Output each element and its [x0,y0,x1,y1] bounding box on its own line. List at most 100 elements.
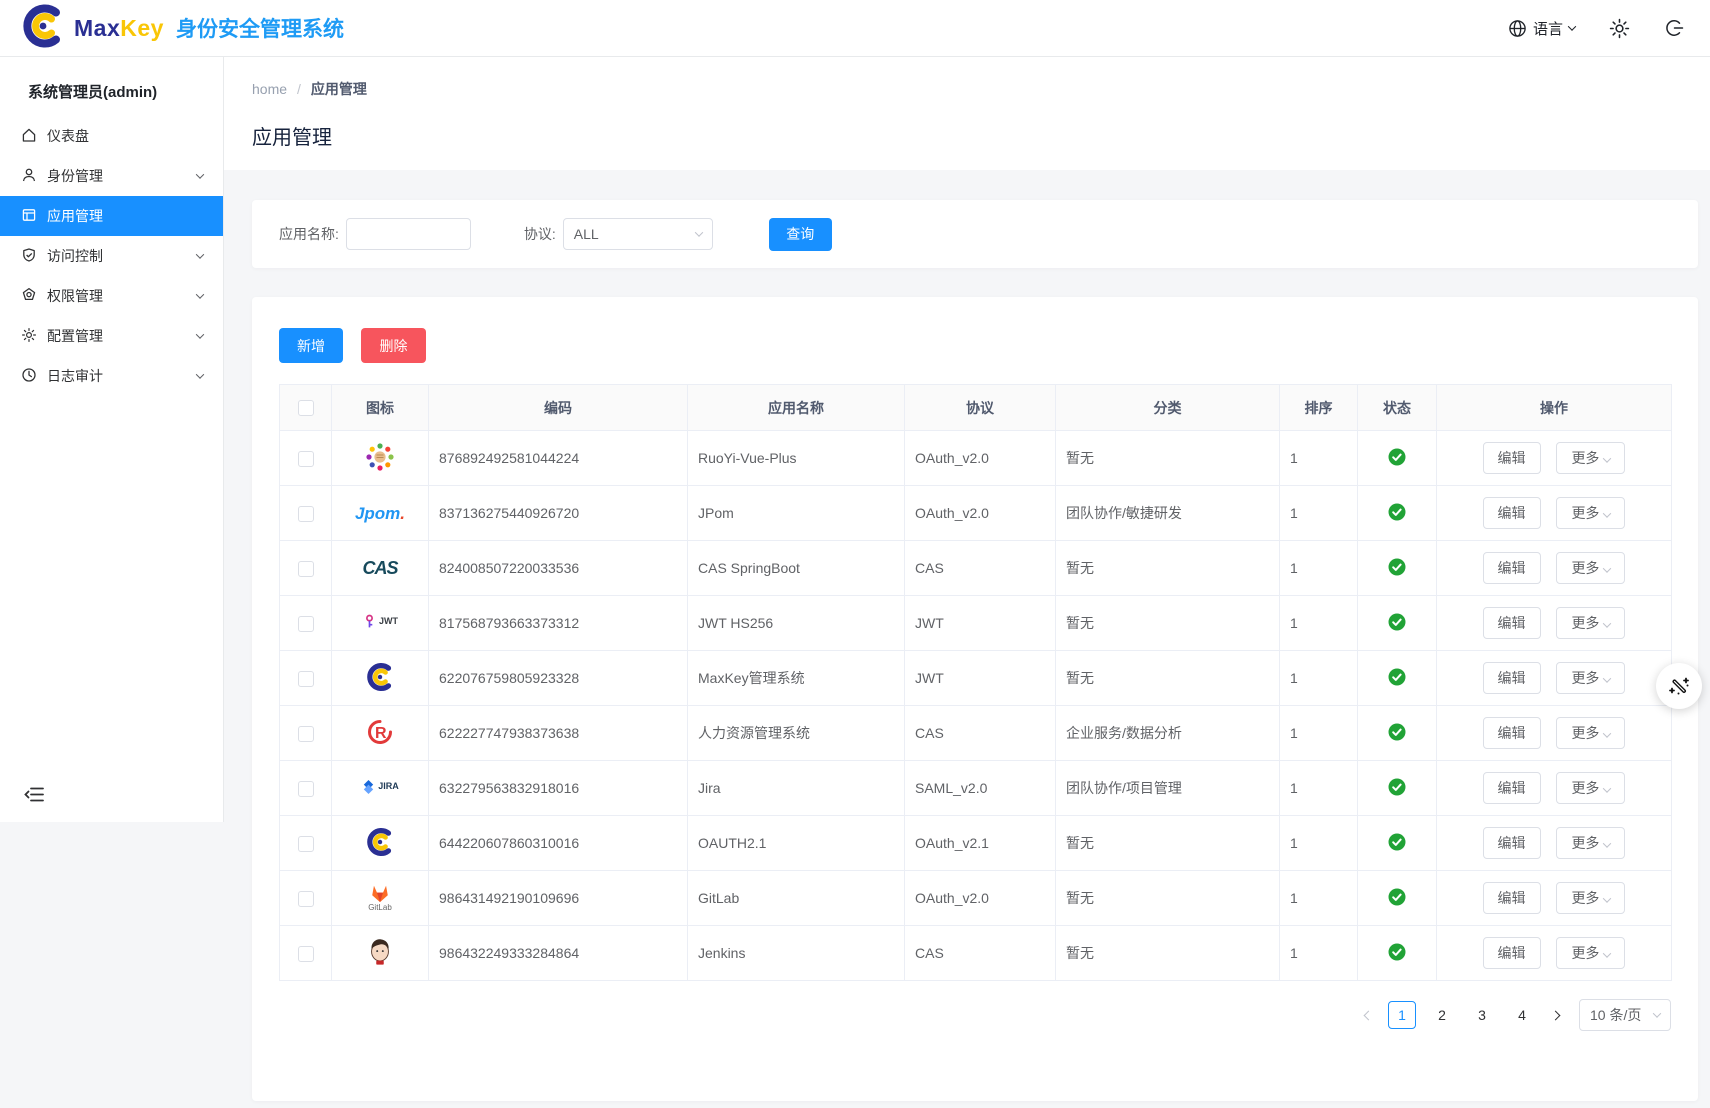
status-enabled-icon [1388,668,1406,686]
maxkey-app-icon [365,827,395,857]
table-row: R 622227747938373638 人力资源管理系统 CAS 企业服务/数… [280,706,1672,761]
cell-category: 团队协作/敏捷研发 [1056,486,1280,541]
cell-app-name: MaxKey管理系统 [688,651,905,706]
cell-sort: 1 [1280,596,1358,651]
cell-protocol: OAuth_v2.1 [905,816,1056,871]
table-row: JIRA 632279563832918016 Jira SAML_v2.0 团… [280,761,1672,816]
table-row: JWT 817568793663373312 JWT HS256 JWT 暂无 … [280,596,1672,651]
row-checkbox[interactable] [298,671,314,687]
chevron-down-icon [196,330,204,338]
page-button-1[interactable]: 1 [1388,1001,1416,1029]
table-header-row: 图标编码应用名称协议分类排序状态操作 [280,385,1672,431]
edit-button[interactable]: 编辑 [1483,827,1541,859]
pagination: 1234 10 条/页 [279,999,1671,1031]
edit-button[interactable]: 编辑 [1483,497,1541,529]
row-checkbox[interactable] [298,781,314,797]
top-bar: MaxKey 身份安全管理系统 语言 [0,0,1710,57]
gear-icon [1609,18,1630,39]
chevron-down-icon [196,250,204,258]
select-all-header [280,385,332,431]
delete-button[interactable]: 删除 [361,328,426,363]
row-checkbox[interactable] [298,836,314,852]
jpom-app-icon: Jpom. [355,505,405,522]
table-row: Jpom. 837136275440926720 JPom OAuth_v2.0… [280,486,1672,541]
cell-category: 暂无 [1056,816,1280,871]
edit-button[interactable]: 编辑 [1483,717,1541,749]
edit-button[interactable]: 编辑 [1483,662,1541,694]
sidebar-item-7[interactable]: 日志审计 [0,356,223,396]
edit-button[interactable]: 编辑 [1483,937,1541,969]
status-enabled-icon [1388,503,1406,521]
add-button[interactable]: 新增 [279,328,343,363]
sidebar-item-3[interactable]: 应用管理 [0,196,223,236]
chevron-down-icon [1603,784,1611,792]
more-button[interactable]: 更多 [1556,882,1625,914]
config-icon [21,327,37,346]
edit-button[interactable]: 编辑 [1483,552,1541,584]
chevron-down-icon [1603,839,1611,847]
table-row: CAS 824008507220033536 CAS SpringBoot CA… [280,541,1672,596]
sidebar-item-4[interactable]: 访问控制 [0,236,223,276]
more-button[interactable]: 更多 [1556,497,1625,529]
row-checkbox[interactable] [298,726,314,742]
app-name-input[interactable] [346,218,471,250]
edit-button[interactable]: 编辑 [1483,442,1541,474]
row-checkbox[interactable] [298,616,314,632]
cell-app-name: JWT HS256 [688,596,905,651]
page-size-value: 10 条/页 [1590,1005,1641,1025]
select-all-checkbox[interactable] [298,400,314,416]
logout-button[interactable] [1664,18,1684,38]
cell-sort: 1 [1280,541,1358,596]
row-checkbox[interactable] [298,506,314,522]
access-icon [21,247,37,266]
more-button[interactable]: 更多 [1556,772,1625,804]
page-button-3[interactable]: 3 [1468,1001,1496,1029]
edit-button[interactable]: 编辑 [1483,772,1541,804]
menu-fold-button[interactable] [24,786,45,803]
more-button[interactable]: 更多 [1556,827,1625,859]
edit-button[interactable]: 编辑 [1483,882,1541,914]
sidebar-item-6[interactable]: 配置管理 [0,316,223,356]
edit-button[interactable]: 编辑 [1483,607,1541,639]
more-button[interactable]: 更多 [1556,552,1625,584]
status-enabled-icon [1388,558,1406,576]
jwt-app-icon: JWT [362,614,398,629]
breadcrumb-separator: / [297,81,301,97]
language-switcher[interactable]: 语言 [1508,18,1575,39]
sidebar-item-2[interactable]: 身份管理 [0,156,223,196]
chevron-down-icon [196,290,204,298]
row-checkbox[interactable] [298,891,314,907]
search-button[interactable]: 查询 [769,218,832,251]
cell-protocol: JWT [905,596,1056,651]
menu-fold-icon [24,786,45,803]
theme-helper-button[interactable] [1656,663,1702,709]
page-button-2[interactable]: 2 [1428,1001,1456,1029]
page-button-4[interactable]: 4 [1508,1001,1536,1029]
protocol-label: 协议: [524,224,556,244]
sidebar-item-5[interactable]: 权限管理 [0,276,223,316]
more-button[interactable]: 更多 [1556,937,1625,969]
more-button[interactable]: 更多 [1556,607,1625,639]
row-checkbox[interactable] [298,561,314,577]
row-checkbox[interactable] [298,451,314,467]
hr-app-icon: R [364,716,396,748]
brand: MaxKey 身份安全管理系统 [0,3,344,54]
more-button[interactable]: 更多 [1556,442,1625,474]
row-checkbox[interactable] [298,946,314,962]
more-button[interactable]: 更多 [1556,717,1625,749]
cell-protocol: SAML_v2.0 [905,761,1056,816]
sidebar-item-1[interactable]: 仪表盘 [0,116,223,156]
cell-protocol: OAuth_v2.0 [905,486,1056,541]
status-enabled-icon [1388,778,1406,796]
cell-code: 644220607860310016 [429,816,688,871]
protocol-select[interactable]: ALL [563,218,713,250]
prev-page-button[interactable] [1361,1008,1376,1023]
settings-button[interactable] [1609,18,1630,39]
cell-sort: 1 [1280,431,1358,486]
cell-category: 暂无 [1056,651,1280,706]
cell-sort: 1 [1280,816,1358,871]
breadcrumb-home-link[interactable]: home [252,81,287,97]
next-page-button[interactable] [1548,1008,1563,1023]
page-size-select[interactable]: 10 条/页 [1579,999,1671,1031]
more-button[interactable]: 更多 [1556,662,1625,694]
